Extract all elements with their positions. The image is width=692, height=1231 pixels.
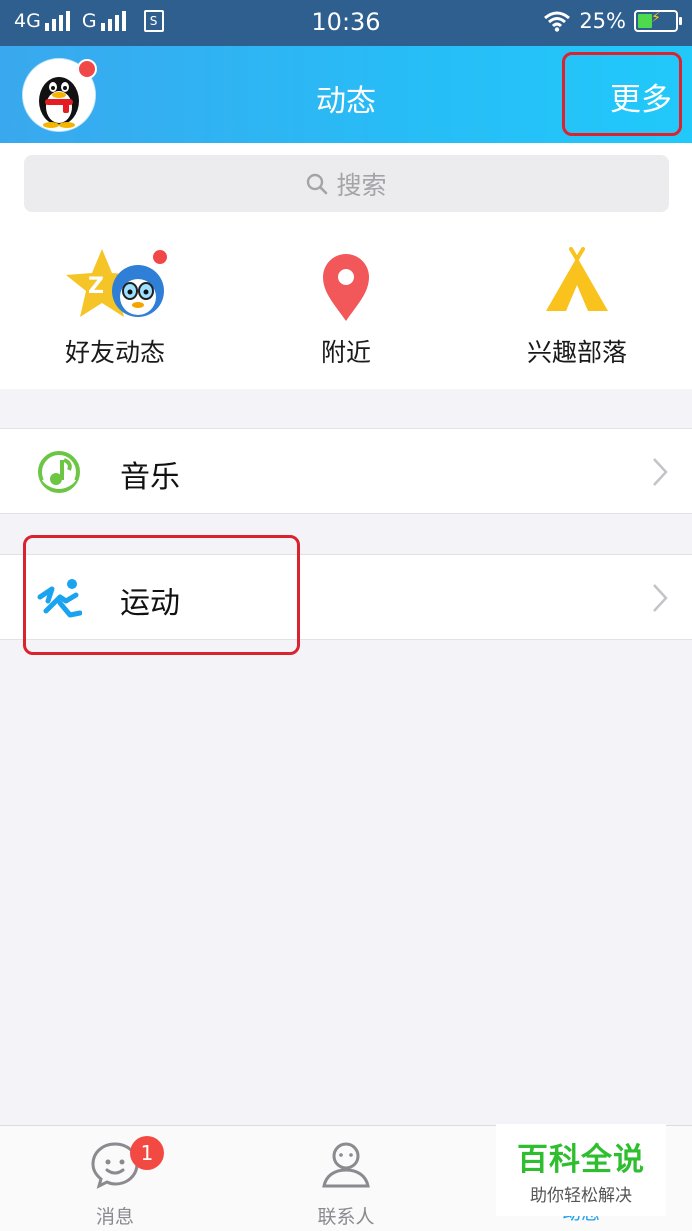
battery-percent: 25% (579, 9, 626, 33)
highlight-outline-more (562, 52, 682, 136)
list-item-music[interactable]: 音乐 (0, 428, 692, 514)
status-bar: 4G G S 10:36 25% ⚡ (0, 0, 692, 46)
search-icon (307, 173, 328, 194)
tab-label: 消息 (95, 1206, 134, 1228)
quick-entry-interest-tribe[interactable]: 兴趣部落 (462, 245, 692, 369)
quick-entry-label: 好友动态 (64, 338, 165, 367)
search-bar[interactable]: 搜索 (24, 155, 669, 212)
watermark: 百科全说 助你轻松解决 (496, 1124, 666, 1216)
qzone-star-icon: Z (66, 249, 167, 317)
quick-entry-label: 附近 (320, 338, 371, 367)
location-pin-icon (323, 254, 369, 321)
watermark-title: 百科全说 (517, 1142, 645, 1178)
tab-contacts[interactable]: 联系人 (231, 1126, 461, 1231)
top-panel: 搜索 Z 好友动态 附近 兴趣部落 (0, 143, 692, 389)
watermark-subtitle: 助你轻松解决 (530, 1186, 632, 1206)
tent-icon (546, 247, 608, 311)
quick-entry-friends-feed[interactable]: Z 好友动态 (0, 245, 230, 369)
highlight-outline-sport (23, 535, 300, 655)
chevron-right-icon (653, 584, 668, 612)
search-placeholder: 搜索 (336, 170, 387, 200)
contacts-icon (322, 1142, 370, 1188)
quick-entry-nearby[interactable]: 附近 (231, 245, 461, 369)
wifi-icon (544, 11, 571, 32)
tab-messages[interactable]: 消息 1 (0, 1126, 230, 1231)
svg-text:Z: Z (88, 274, 104, 299)
unread-badge: 1 (130, 1136, 164, 1170)
chevron-right-icon (653, 458, 668, 486)
tab-label: 联系人 (317, 1206, 375, 1228)
battery-icon: ⚡ (634, 10, 682, 32)
list-item-label: 音乐 (120, 460, 180, 495)
status-right: 25% ⚡ (543, 9, 682, 33)
quick-entry-label: 兴趣部落 (526, 338, 627, 367)
music-note-icon (38, 451, 80, 493)
